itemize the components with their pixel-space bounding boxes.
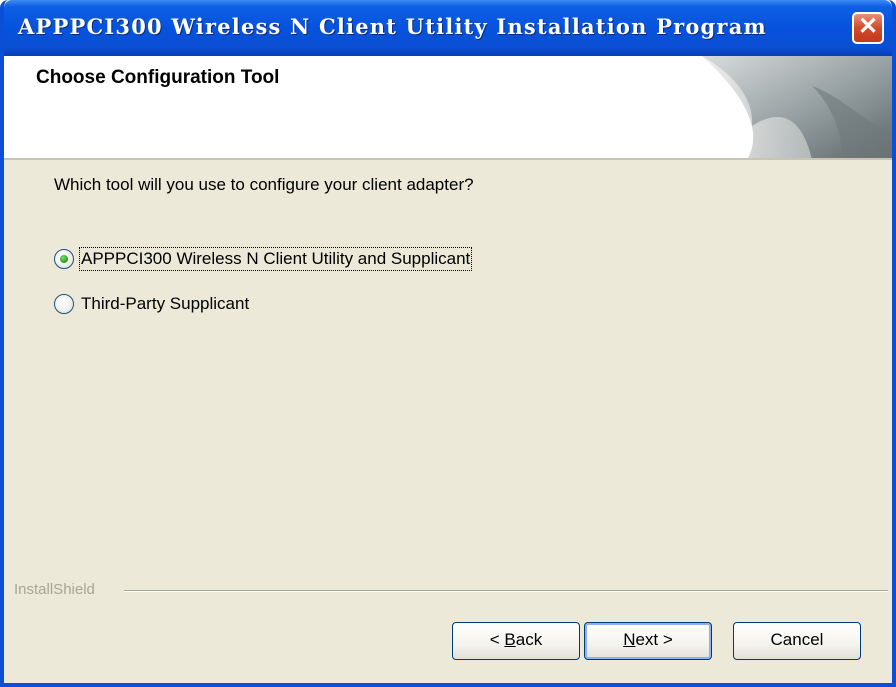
cancel-button[interactable]: Cancel	[733, 622, 861, 660]
option-label[interactable]: Third-Party Supplicant	[81, 294, 249, 314]
page-curl-icon	[702, 56, 892, 158]
close-button[interactable]: ✕	[852, 12, 884, 44]
installer-window: APPPCI300 Wireless N Client Utility Inst…	[0, 0, 896, 687]
close-icon: ✕	[857, 13, 879, 40]
wizard-header: Choose Configuration Tool	[4, 56, 892, 160]
question-text: Which tool will you use to configure you…	[54, 175, 474, 194]
window-title: APPPCI300 Wireless N Client Utility Inst…	[18, 14, 767, 39]
option-third-party[interactable]: Third-Party Supplicant	[54, 292, 249, 316]
back-button[interactable]: < Back	[452, 622, 580, 660]
radio-button-selected[interactable]	[54, 249, 74, 269]
installshield-brand: InstallShield	[14, 581, 95, 598]
page-title: Choose Configuration Tool	[36, 67, 280, 88]
footer-divider	[124, 590, 888, 592]
radio-button[interactable]	[54, 294, 74, 314]
option-label[interactable]: APPPCI300 Wireless N Client Utility and …	[78, 247, 473, 271]
next-button[interactable]: Next >	[584, 622, 712, 660]
title-bar[interactable]: APPPCI300 Wireless N Client Utility Inst…	[4, 0, 892, 56]
option-vendor-utility[interactable]: APPPCI300 Wireless N Client Utility and …	[54, 247, 473, 271]
radio-dot	[59, 254, 68, 263]
